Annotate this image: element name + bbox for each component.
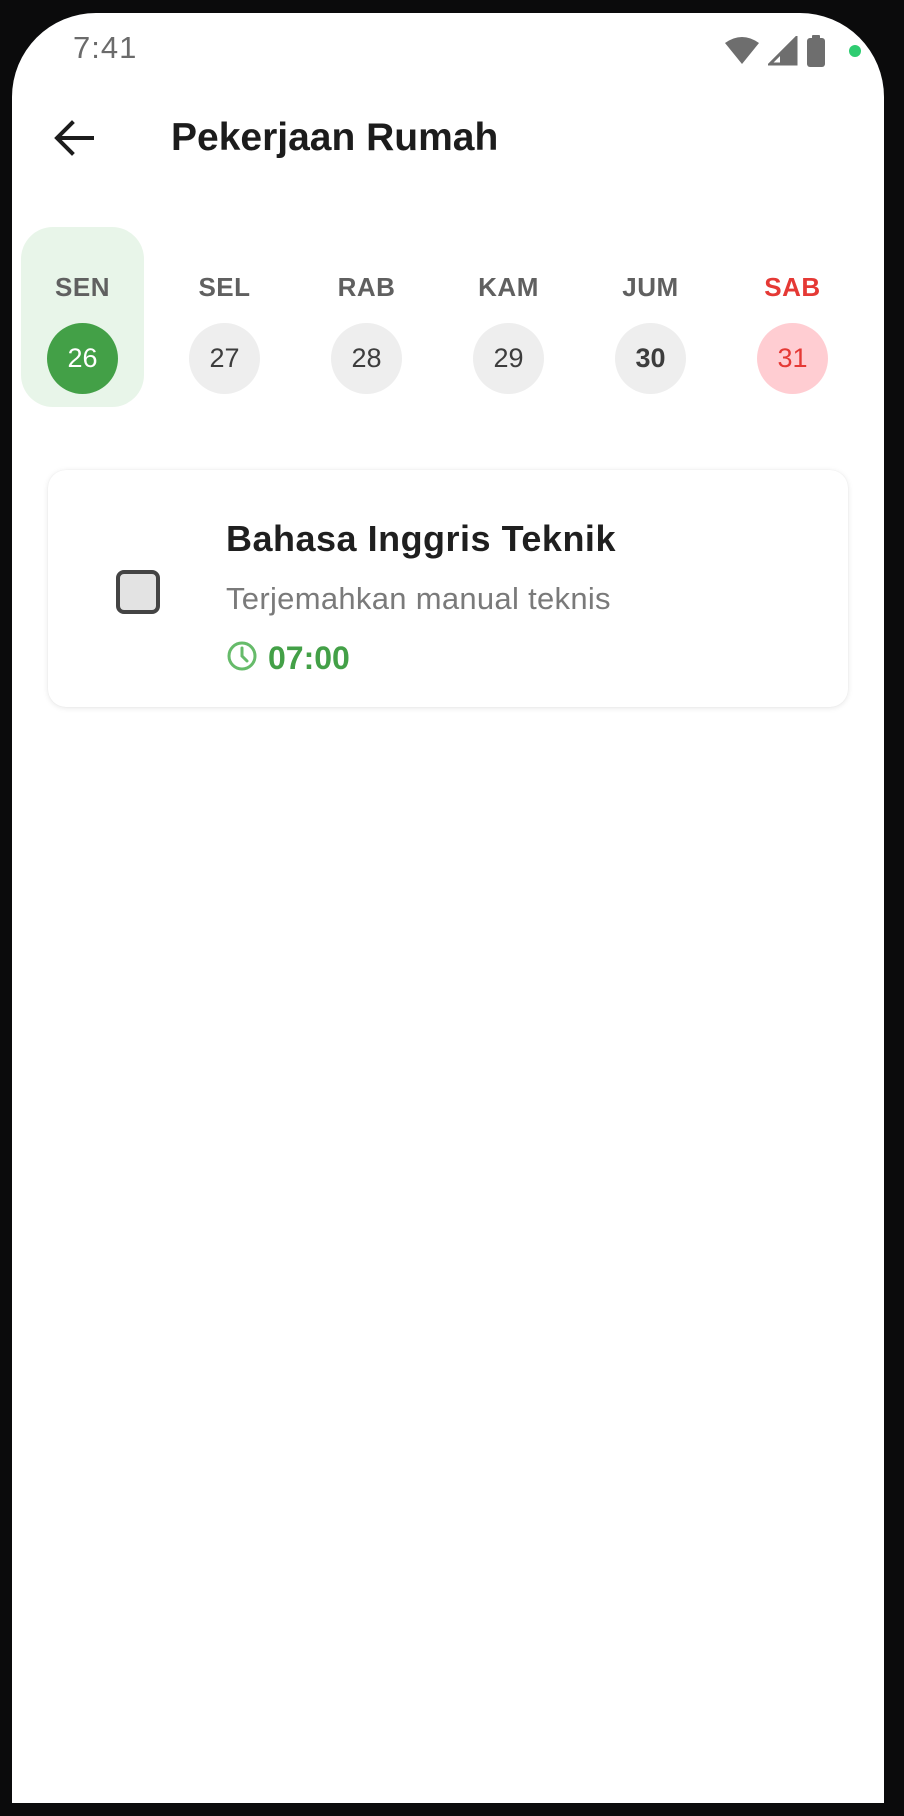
day-label: SEL: [198, 272, 251, 302]
arrow-left-icon: [54, 118, 94, 163]
wifi-icon: [724, 37, 760, 65]
day-label: RAB: [337, 272, 396, 302]
privacy-dot-icon: [848, 44, 862, 58]
status-time: 7:41: [73, 30, 138, 65]
day-item-sel[interactable]: SEL 27: [163, 227, 286, 407]
day-selector: SEN 26 SEL 27 RAB 28 KAM 29 JUM 30 SAB 3…: [21, 227, 871, 407]
day-label: SAB: [764, 272, 821, 302]
day-number: 27: [189, 323, 260, 394]
day-label: JUM: [622, 272, 679, 302]
day-item-sen[interactable]: SEN 26: [21, 227, 144, 407]
bottom-frame-edge: [0, 1803, 904, 1816]
status-bar: 7:41: [12, 13, 884, 73]
task-card[interactable]: Bahasa Inggris Teknik Terjemahkan manual…: [48, 470, 848, 707]
task-time: 07:00: [268, 640, 350, 676]
page-title: Pekerjaan Rumah: [171, 116, 499, 159]
day-number: 26: [47, 323, 118, 394]
day-number: 31: [757, 323, 828, 394]
day-item-rab[interactable]: RAB 28: [305, 227, 428, 407]
app-screen: 7:41 Pekerjaan Rumah SEN 26 SEL 27 RAB 2…: [12, 13, 884, 1803]
day-item-kam[interactable]: KAM 29: [447, 227, 570, 407]
cellular-signal-icon: [768, 36, 798, 66]
day-label: SEN: [55, 272, 110, 302]
day-item-jum[interactable]: JUM 30: [589, 227, 712, 407]
day-item-sab[interactable]: SAB 31: [731, 227, 854, 407]
task-time-row: 07:00: [226, 640, 350, 677]
back-button[interactable]: [42, 108, 106, 172]
device-frame: 7:41 Pekerjaan Rumah SEN 26 SEL 27 RAB 2…: [0, 0, 904, 1816]
day-number: 28: [331, 323, 402, 394]
battery-icon: [806, 35, 826, 67]
status-icons: [724, 31, 862, 71]
day-number: 29: [473, 323, 544, 394]
app-bar: Pekerjaan Rumah: [12, 73, 884, 213]
day-label: KAM: [478, 272, 539, 302]
task-title: Bahasa Inggris Teknik: [226, 518, 616, 559]
clock-icon: [226, 640, 258, 677]
task-description: Terjemahkan manual teknis: [226, 581, 611, 616]
task-checkbox[interactable]: [116, 570, 160, 614]
day-number: 30: [615, 323, 686, 394]
